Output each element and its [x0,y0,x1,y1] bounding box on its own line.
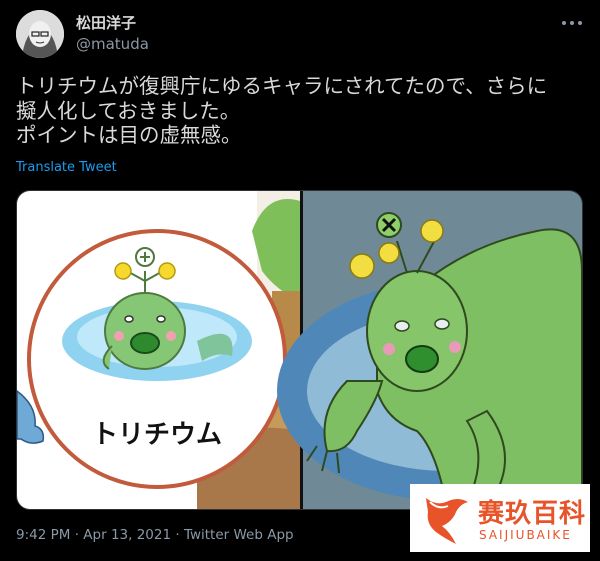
watermark-logo [426,498,468,544]
user-handle[interactable]: @matuda [76,35,149,53]
more-horizontal-icon[interactable] [562,16,582,30]
display-name[interactable]: 松田洋子 [76,14,136,32]
right-image-panel [277,191,582,509]
tweet-text-line: 擬人化しておきました。 [16,98,241,123]
tweet-meta: 9:42 PM · Apr 13, 2021 · Twitter Web App [16,527,294,543]
left-panel-label: トリチウム [92,420,222,450]
avatar[interactable] [16,10,64,58]
tweet-text-line: ポイントは目の虚無感。 [16,123,242,147]
watermark: 赛玖百科 SAIJIUBAIKE [410,484,590,552]
watermark-text-en: SAIJIUBAIKE [479,528,572,542]
meta-separator: · [175,527,180,543]
tweet-text-line: トリチウムが復興庁にゆるキャラにされてたので、さらに [16,74,548,98]
meta-separator: · [74,527,79,543]
tweet-text: トリチウムが復興庁にゆるキャラにされてたので、さらに 擬人化しておきました。 ポ… [16,74,576,148]
watermark-text-cn: 赛玖百科 [478,499,587,529]
tweet: 松田洋子 @matuda トリチウムが復興庁にゆるキャラにされてたので、さらに … [0,0,600,561]
tweet-date[interactable]: Apr 13, 2021 [83,527,171,543]
tweet-source-app: Twitter Web App [183,527,294,543]
tweet-media[interactable]: トリチウム [16,190,583,510]
tweet-time[interactable]: 9:42 PM [16,527,70,543]
left-image-panel: トリチウム [17,191,300,509]
translate-tweet-link[interactable]: Translate Tweet [16,160,117,175]
